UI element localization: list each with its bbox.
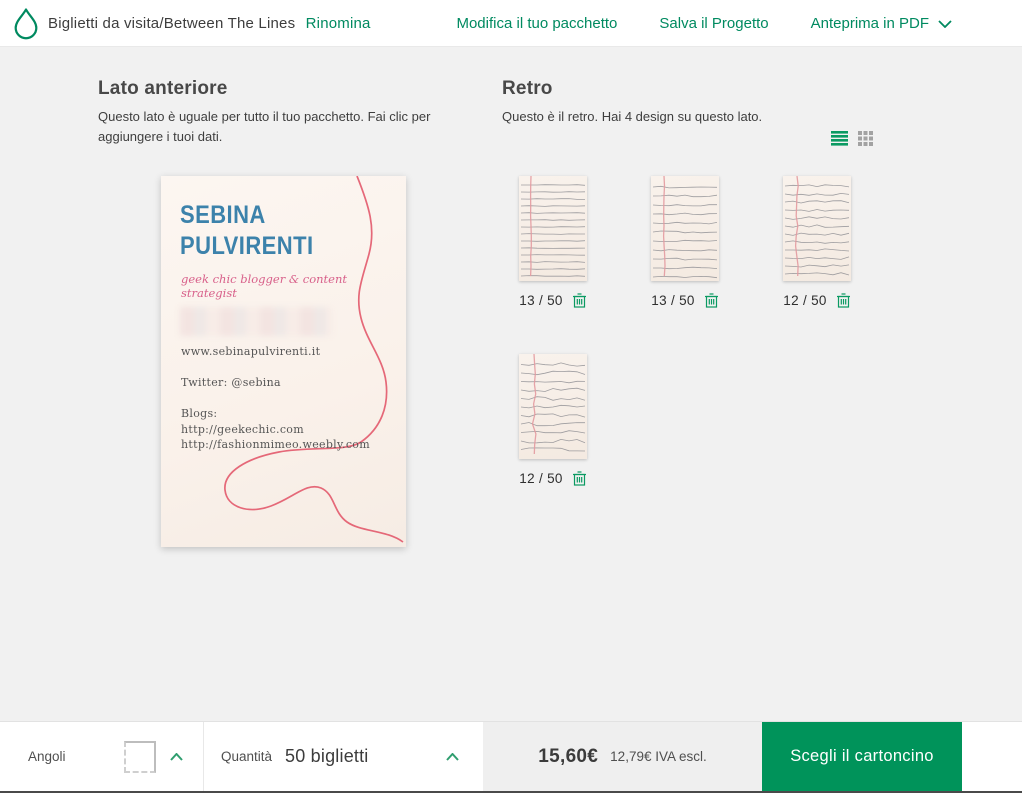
quantity-selector[interactable]: Quantità 50 biglietti xyxy=(204,722,483,791)
card-name-line2: PULVIRENTI xyxy=(180,232,314,260)
design-cell: 13 / 50 xyxy=(519,176,587,308)
price-net: 12,79€ IVA escl. xyxy=(610,749,707,764)
chevron-up-icon xyxy=(446,752,459,761)
corners-label: Angoli xyxy=(28,749,66,764)
chevron-up-icon xyxy=(169,752,183,761)
quantity-label: Quantità xyxy=(221,749,273,764)
design-label: 13 / 50 xyxy=(519,292,587,308)
card-blogs-label: Blogs: xyxy=(181,407,218,420)
design-cell: 13 / 50 xyxy=(651,176,719,308)
card-tagline: geek chic blogger & content strategist xyxy=(181,272,347,300)
choose-cardstock-button[interactable]: Scegli il cartoncino xyxy=(762,722,962,791)
save-project-link[interactable]: Salva il Progetto xyxy=(659,15,768,32)
delete-design-icon[interactable] xyxy=(572,292,587,308)
droplet-logo-icon xyxy=(14,7,38,39)
card-name-line1: SEBINA xyxy=(180,201,266,229)
design-label: 12 / 50 xyxy=(783,292,851,308)
bottom-bar-spacer xyxy=(962,722,1022,791)
bottom-bar: Angoli Quantità 50 biglietti 15,60€ 12,7… xyxy=(0,721,1022,793)
card-blurred-contact xyxy=(180,307,332,336)
back-designs-grid: 13 / 50 13 / 50 12 / 50 12 / 50 xyxy=(519,176,851,486)
design-thumbnail-1[interactable] xyxy=(519,176,587,281)
square-corner-icon xyxy=(123,740,156,773)
design-thumbnail-4[interactable] xyxy=(519,354,587,459)
front-panel-title: Lato anteriore xyxy=(98,78,228,99)
front-card-preview[interactable]: SEBINA PULVIRENTI geek chic blogger & co… xyxy=(161,176,406,547)
pdf-preview-link[interactable]: Anteprima in PDF xyxy=(811,15,952,32)
delete-design-icon[interactable] xyxy=(572,470,587,486)
design-cell: 12 / 50 xyxy=(519,354,587,486)
moo-logo[interactable] xyxy=(10,5,42,41)
card-twitter: Twitter: @sebina xyxy=(181,376,281,389)
header: Biglietti da visita/Between The Lines Ri… xyxy=(0,0,1022,47)
pdf-preview-label: Anteprima in PDF xyxy=(810,15,929,32)
design-label: 13 / 50 xyxy=(651,292,719,308)
card-name: SEBINA PULVIRENTI xyxy=(180,200,314,262)
corners-selector[interactable]: Angoli xyxy=(0,722,204,791)
design-thumbnail-3[interactable] xyxy=(783,176,851,281)
breadcrumb: Biglietti da visita/Between The Lines Ri… xyxy=(48,15,371,32)
chevron-down-icon xyxy=(938,19,952,28)
card-website: www.sebinapulvirenti.it xyxy=(181,345,321,358)
app-window: Biglietti da visita/Between The Lines Ri… xyxy=(0,0,1022,793)
design-thumbnail-2[interactable] xyxy=(651,176,719,281)
price-summary: 15,60€ 12,79€ IVA escl. xyxy=(483,722,762,791)
design-count: 13 / 50 xyxy=(519,292,563,308)
list-view-icon[interactable] xyxy=(830,129,848,147)
design-count: 13 / 50 xyxy=(651,292,695,308)
front-panel-description: Questo lato è uguale per tutto il tuo pa… xyxy=(98,109,431,145)
back-panel-title: Retro xyxy=(502,78,553,99)
rename-link[interactable]: Rinomina xyxy=(306,15,371,32)
card-blog-url-2: http://fashionmimeo.weebly.com xyxy=(181,438,370,451)
grid-view-icon[interactable] xyxy=(856,129,874,147)
view-toggle xyxy=(830,129,874,147)
header-nav: Modifica il tuo pacchetto Salva il Proge… xyxy=(456,0,952,47)
edit-pack-link[interactable]: Modifica il tuo pacchetto xyxy=(456,15,617,32)
price-total: 15,60€ xyxy=(538,745,599,767)
design-count: 12 / 50 xyxy=(783,292,827,308)
project-name: Between The Lines xyxy=(163,14,296,32)
design-count: 12 / 50 xyxy=(519,470,563,486)
back-panel-description: Questo è il retro. Hai 4 design su quest… xyxy=(502,109,763,124)
design-cell: 12 / 50 xyxy=(783,176,851,308)
delete-design-icon[interactable] xyxy=(704,292,719,308)
delete-design-icon[interactable] xyxy=(836,292,851,308)
design-label: 12 / 50 xyxy=(519,470,587,486)
card-blog-url-1: http://geekechic.com xyxy=(181,423,304,436)
quantity-value: 50 biglietti xyxy=(285,746,369,766)
breadcrumb-prefix: Biglietti da visita/ xyxy=(48,14,164,32)
